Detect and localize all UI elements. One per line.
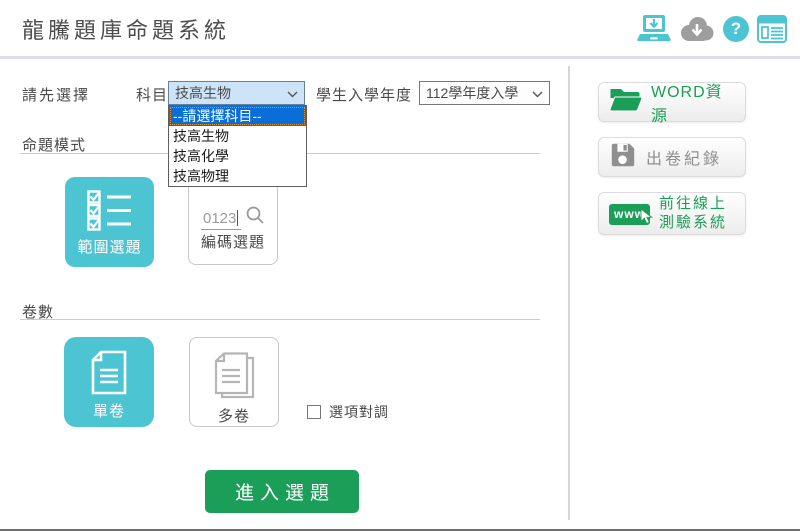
range-select-button[interactable]: 範圍選題: [65, 177, 154, 267]
section-divider: [20, 319, 540, 320]
help-icon[interactable]: ?: [723, 16, 749, 42]
header-divider: [0, 56, 800, 59]
header-icon-group: ?: [637, 14, 787, 44]
code-select-card[interactable]: 編碼選題: [188, 180, 278, 265]
online-test-button[interactable]: www 前往線上 測驗系統: [598, 192, 746, 235]
subject-option[interactable]: 技高物理: [169, 166, 306, 186]
chevron-down-icon: [287, 85, 298, 101]
swap-options-checkbox[interactable]: [307, 405, 321, 419]
chevron-down-icon: [532, 85, 543, 101]
swap-options-label: 選項對調: [329, 402, 389, 422]
subject-option-placeholder[interactable]: --請選擇科目--: [169, 106, 306, 126]
subject-dropdown-list: --請選擇科目-- 技高生物 技高化學 技高物理: [168, 105, 307, 187]
year-select-value: 112學年度入學: [426, 83, 518, 103]
single-paper-label: 單卷: [93, 400, 125, 421]
vertical-divider: [568, 66, 570, 520]
swap-options-control[interactable]: 選項對調: [307, 402, 389, 422]
folder-open-icon: [609, 86, 642, 118]
code-input[interactable]: [201, 210, 241, 230]
single-paper-button[interactable]: 單卷: [64, 337, 154, 427]
search-icon[interactable]: [245, 205, 265, 230]
exam-history-button[interactable]: 出卷紀錄: [598, 137, 746, 177]
floppy-disk-icon: [609, 141, 637, 174]
text-caret: [237, 210, 238, 226]
subject-option[interactable]: 技高生物: [169, 126, 306, 146]
prompt-label: 請先選擇: [22, 84, 90, 105]
word-resources-button[interactable]: WORD資源: [598, 82, 746, 122]
multi-paper-label: 多卷: [218, 405, 250, 426]
subject-select[interactable]: 技高生物: [168, 81, 305, 105]
exam-record-icon[interactable]: [757, 15, 787, 43]
year-label: 學生入學年度: [316, 84, 412, 105]
multi-paper-card[interactable]: 多卷: [189, 337, 279, 427]
mode-section-heading: 命題模式: [22, 134, 86, 155]
word-resources-label: WORD資源: [651, 78, 735, 126]
app-window: 龍騰題庫命題系統 ?: [0, 0, 800, 532]
enter-selection-button[interactable]: 進入選題: [205, 470, 359, 513]
bottom-border: [0, 529, 800, 531]
subject-select-value: 技高生物: [175, 83, 231, 103]
online-test-label: 前往線上 測驗系統: [659, 195, 727, 233]
range-select-label: 範圍選題: [77, 236, 141, 257]
help-glyph: ?: [731, 19, 741, 39]
www-cursor-icon: www: [609, 205, 650, 223]
subject-option[interactable]: 技高化學: [169, 146, 306, 166]
cloud-download-icon[interactable]: [679, 15, 715, 43]
checklist-icon: [87, 190, 133, 236]
exam-history-label: 出卷紀錄: [646, 145, 722, 169]
single-document-icon: [89, 350, 129, 400]
laptop-download-icon[interactable]: [637, 14, 671, 44]
code-input-wrap: [201, 210, 241, 230]
subject-label: 科目: [136, 84, 168, 105]
multi-document-icon: [212, 352, 257, 405]
page-title: 龍騰題庫命題系統: [22, 13, 230, 45]
code-select-label: 編碼選題: [201, 231, 265, 252]
year-select[interactable]: 112學年度入學: [419, 81, 550, 105]
